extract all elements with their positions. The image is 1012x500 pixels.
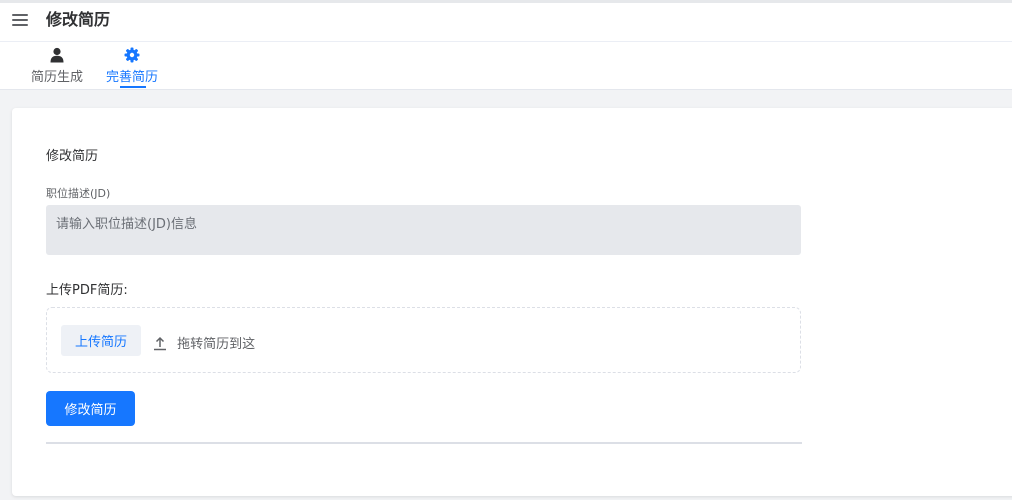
form-card: 修改简历 职位描述(JD) 上传PDF简历: 上传简历 拖转简历到这 修改简历 bbox=[12, 108, 1012, 496]
page-title: 修改简历 bbox=[46, 10, 111, 29]
drag-hint-text: 拖转简历到这 bbox=[177, 337, 256, 352]
upload-pdf-label: 上传PDF简历: bbox=[46, 283, 128, 298]
tab-resume-generate[interactable]: 简历生成 bbox=[29, 46, 85, 90]
jd-label: 职位描述(JD) bbox=[46, 187, 111, 200]
tab-bar: 简历生成 完善简历 bbox=[0, 42, 1012, 90]
top-bar: 修改简历 bbox=[0, 0, 1012, 42]
divider bbox=[46, 442, 802, 444]
tab-label: 完善简历 bbox=[105, 70, 158, 85]
gear-icon bbox=[124, 47, 140, 63]
tab-resume-refine[interactable]: 完善简历 bbox=[104, 46, 160, 90]
upload-icon bbox=[154, 336, 166, 350]
modify-resume-button[interactable]: 修改简历 bbox=[46, 391, 135, 426]
tab-label: 简历生成 bbox=[30, 70, 83, 85]
section-title: 修改简历 bbox=[46, 149, 99, 164]
upload-resume-button[interactable]: 上传简历 bbox=[61, 325, 141, 356]
hamburger-menu-icon[interactable] bbox=[12, 11, 28, 26]
active-tab-indicator bbox=[120, 86, 146, 88]
user-icon bbox=[50, 47, 64, 63]
drag-upload-area[interactable]: 拖转简历到这 bbox=[152, 332, 255, 352]
upload-dropzone[interactable]: 上传简历 拖转简历到这 bbox=[46, 307, 801, 373]
jd-input[interactable] bbox=[46, 205, 801, 255]
